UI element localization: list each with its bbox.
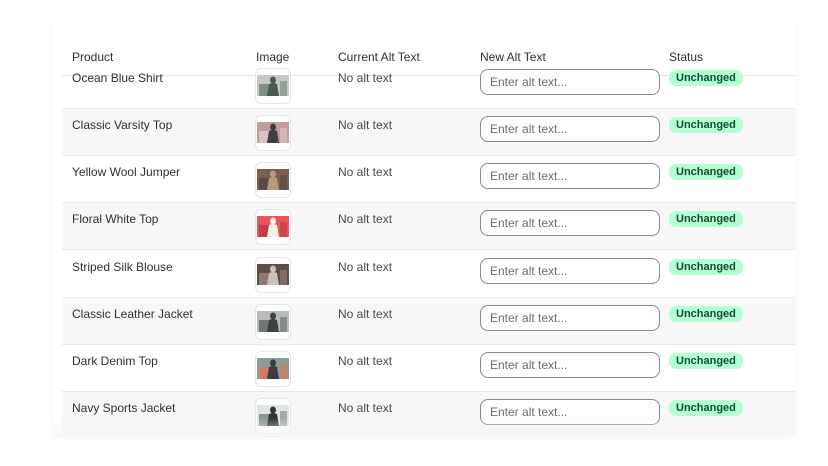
new-alt-text-input[interactable] bbox=[480, 258, 660, 284]
current-alt-text: No alt text bbox=[338, 71, 393, 85]
current-alt-text: No alt text bbox=[338, 165, 393, 179]
status-badge: Unchanged bbox=[669, 306, 743, 322]
table-row: Classic Varsity Top No alt text Unchanged bbox=[62, 109, 795, 156]
product-thumbnail bbox=[255, 257, 291, 293]
product-name: Dark Denim Top bbox=[72, 354, 158, 368]
table-row: Floral White Top No alt text Unchanged bbox=[62, 203, 795, 250]
product-photo-icon bbox=[257, 358, 289, 379]
current-alt-text: No alt text bbox=[338, 354, 393, 368]
new-alt-text-input[interactable] bbox=[480, 305, 660, 331]
table-row: Navy Sports Jacket No alt text Unchanged bbox=[62, 392, 795, 434]
product-name: Striped Silk Blouse bbox=[72, 260, 173, 274]
current-alt-text: No alt text bbox=[338, 260, 393, 274]
new-alt-text-input[interactable] bbox=[480, 352, 660, 378]
product-thumbnail bbox=[255, 68, 291, 104]
new-alt-text-input[interactable] bbox=[480, 116, 660, 142]
table-row: Yellow Wool Jumper No alt text Unchanged bbox=[62, 156, 795, 203]
new-alt-text-input[interactable] bbox=[480, 399, 660, 425]
product-photo-icon bbox=[257, 264, 289, 285]
current-alt-text: No alt text bbox=[338, 212, 393, 226]
status-badge: Unchanged bbox=[669, 259, 743, 275]
status-badge: Unchanged bbox=[669, 70, 743, 86]
product-thumbnail bbox=[255, 398, 291, 434]
status-badge: Unchanged bbox=[669, 211, 743, 227]
product-name: Floral White Top bbox=[72, 212, 159, 226]
new-alt-text-input[interactable] bbox=[480, 69, 660, 95]
product-name: Ocean Blue Shirt bbox=[72, 71, 163, 85]
table-row: Dark Denim Top No alt text Unchanged bbox=[62, 345, 795, 392]
product-name: Classic Varsity Top bbox=[72, 118, 173, 132]
product-thumbnail bbox=[255, 209, 291, 245]
product-photo-icon bbox=[257, 311, 289, 332]
table-row: Classic Leather Jacket No alt text Unchang… bbox=[62, 298, 795, 345]
product-thumbnail bbox=[255, 162, 291, 198]
status-badge: Unchanged bbox=[669, 164, 743, 180]
table-row: Striped Silk Blouse No alt text Unchanged bbox=[62, 251, 795, 298]
status-badge: Unchanged bbox=[669, 353, 743, 369]
product-photo-icon bbox=[257, 216, 289, 237]
product-name: Classic Leather Jacket bbox=[72, 307, 193, 321]
product-thumbnail bbox=[255, 304, 291, 340]
current-alt-text: No alt text bbox=[338, 401, 393, 415]
status-badge: Unchanged bbox=[669, 117, 743, 133]
product-photo-icon bbox=[257, 75, 289, 96]
new-alt-text-input[interactable] bbox=[480, 210, 660, 236]
product-thumbnail bbox=[255, 351, 291, 387]
current-alt-text: No alt text bbox=[338, 118, 393, 132]
alt-text-table: Product Image Current Alt Text New Alt T… bbox=[53, 14, 795, 434]
table-row: Ocean Blue Shirt No alt text Unchanged bbox=[62, 62, 795, 109]
product-photo-icon bbox=[257, 169, 289, 190]
product-thumbnail bbox=[255, 115, 291, 151]
new-alt-text-input[interactable] bbox=[480, 163, 660, 189]
status-badge: Unchanged bbox=[669, 400, 743, 416]
product-name: Yellow Wool Jumper bbox=[72, 165, 181, 179]
product-photo-icon bbox=[257, 405, 289, 426]
page: Product Image Current Alt Text New Alt T… bbox=[0, 0, 828, 466]
product-photo-icon bbox=[257, 122, 289, 143]
current-alt-text: No alt text bbox=[338, 307, 393, 321]
product-name: Navy Sports Jacket bbox=[72, 401, 176, 415]
